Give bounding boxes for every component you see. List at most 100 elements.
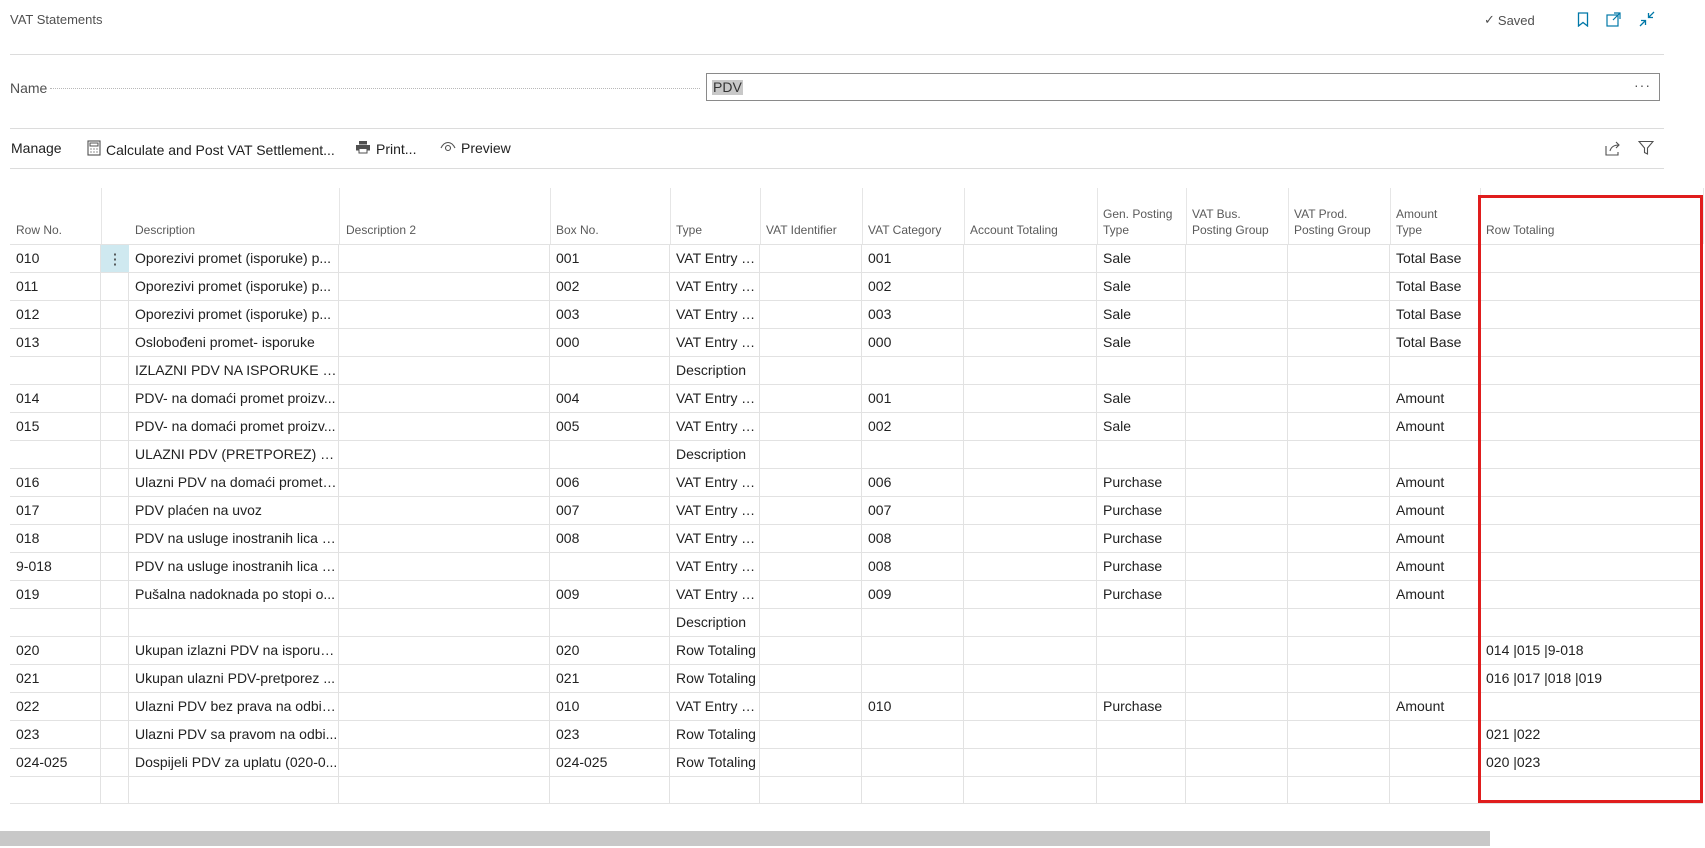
cell-vat-identifier[interactable] [760,245,862,272]
row-action-cell[interactable] [101,301,129,328]
cell-row-no[interactable] [10,441,101,468]
cell-type[interactable]: VAT Entry T... [670,413,760,440]
cell-account-totaling[interactable] [964,441,1097,468]
cell-vat-category[interactable] [862,441,964,468]
cell-vat-category[interactable] [862,357,964,384]
cell-amount-type[interactable]: Amount [1390,581,1480,608]
cell-box-no[interactable]: 020 [550,637,670,664]
table-row[interactable]: 011 Oporezivi promet (isporuke) p... 002 VA… [10,272,1703,300]
cell-gen-posting-type[interactable] [1097,721,1186,748]
cell-amount-type[interactable] [1390,665,1480,692]
cell-vat-category[interactable]: 002 [862,413,964,440]
cell-description[interactable]: PDV- na domaći promet proizv... [129,413,339,440]
cell-account-totaling[interactable] [964,553,1097,580]
cell-vat-identifier[interactable] [760,329,862,356]
cell-vat-identifier[interactable] [760,525,862,552]
cell-row-no[interactable]: 010 [10,245,101,272]
row-action-cell[interactable] [101,357,129,384]
calculate-post-vat-settlement-button[interactable]: Calculate and Post VAT Settlement... [87,140,335,159]
cell-box-no[interactable]: 010 [550,693,670,720]
row-action-cell[interactable] [101,413,129,440]
cell-type[interactable]: VAT Entry T... [670,469,760,496]
cell-vat-identifier[interactable] [760,665,862,692]
cell-row-no[interactable]: 024-025 [10,749,101,776]
cell-box-no[interactable]: 005 [550,413,670,440]
cell-vat-prod-posting-group[interactable] [1288,301,1390,328]
cell-gen-posting-type[interactable]: Purchase [1097,525,1186,552]
cell-description2[interactable] [340,581,550,608]
column-header-gen-posting-type[interactable]: Gen. Posting Type [1103,206,1172,238]
cell-type[interactable]: Description [670,357,760,384]
cell-account-totaling[interactable] [964,329,1097,356]
cell-amount-type[interactable]: Amount [1390,525,1480,552]
cell-vat-identifier[interactable] [760,301,862,328]
cell-amount-type[interactable]: Amount [1390,693,1480,720]
cell-vat-prod-posting-group[interactable] [1288,553,1390,580]
cell-vat-identifier[interactable] [760,469,862,496]
cell-vat-bus-posting-group[interactable] [1186,721,1288,748]
cell-row-no[interactable]: 016 [10,469,101,496]
cell-vat-bus-posting-group[interactable] [1186,329,1288,356]
cell-account-totaling[interactable] [964,357,1097,384]
cell-row-no[interactable]: 018 [10,525,101,552]
cell-type[interactable]: VAT Entry T... [670,497,760,524]
cell-vat-identifier[interactable] [760,273,862,300]
open-new-window-icon[interactable] [1605,10,1623,28]
table-row[interactable]: 023 Ulazni PDV sa pravom na odbi... 023 Row… [10,720,1703,748]
cell-vat-bus-posting-group[interactable] [1186,357,1288,384]
cell-description[interactable]: Oporezivi promet (isporuke) p... [129,273,339,300]
table-row[interactable]: IZLAZNI PDV NA ISPORUKE PR... Description [10,356,1703,384]
cell-type[interactable]: Description [670,441,760,468]
cell-row-no[interactable]: 9-018 [10,553,101,580]
cell-vat-identifier[interactable] [760,413,862,440]
cell-account-totaling[interactable] [964,693,1097,720]
cell-description[interactable]: PDV na usluge inostranih lica -... [129,525,339,552]
cell-account-totaling[interactable] [964,413,1097,440]
cell-vat-category[interactable] [862,637,964,664]
cell-vat-prod-posting-group[interactable] [1288,469,1390,496]
cell-vat-category[interactable]: 003 [862,301,964,328]
row-action-cell[interactable] [101,721,129,748]
cell-row-no[interactable]: 023 [10,721,101,748]
cell-vat-prod-posting-group[interactable] [1288,749,1390,776]
name-field-value[interactable]: PDV [712,80,743,95]
cell-vat-bus-posting-group[interactable] [1186,469,1288,496]
cell-vat-identifier[interactable] [760,777,862,804]
cell-description2[interactable] [340,525,550,552]
cell-box-no[interactable]: 000 [550,329,670,356]
cell-type[interactable]: VAT Entry T... [670,245,760,272]
row-action-cell[interactable] [101,385,129,412]
cell-description2[interactable] [340,245,550,272]
cell-amount-type[interactable]: Total Base [1390,329,1480,356]
cell-account-totaling[interactable] [964,721,1097,748]
cell-box-no[interactable]: 024-025 [550,749,670,776]
cell-type[interactable]: VAT Entry T... [670,273,760,300]
cell-vat-identifier[interactable] [760,553,862,580]
column-header-box-no[interactable]: Box No. [556,222,599,238]
cell-vat-bus-posting-group[interactable] [1186,413,1288,440]
cell-vat-bus-posting-group[interactable] [1186,497,1288,524]
row-action-cell[interactable] [101,245,129,272]
table-row[interactable]: 024-025 Dospijeli PDV za uplatu (020-0...… [10,748,1703,776]
cell-vat-prod-posting-group[interactable] [1288,385,1390,412]
cell-vat-bus-posting-group[interactable] [1186,273,1288,300]
cell-type[interactable]: VAT Entry T... [670,301,760,328]
cell-vat-category[interactable] [862,609,964,636]
cell-vat-prod-posting-group[interactable] [1288,413,1390,440]
table-row[interactable]: 014 PDV- na domaći promet proizv... 004 VAT… [10,384,1703,412]
cell-box-no[interactable] [550,609,670,636]
cell-vat-bus-posting-group[interactable] [1186,245,1288,272]
cell-description[interactable]: Dospijeli PDV za uplatu (020-0... [129,749,339,776]
cell-type[interactable]: Row Totaling [670,637,760,664]
cell-vat-prod-posting-group[interactable] [1288,525,1390,552]
column-header-description2[interactable]: Description 2 [346,222,416,238]
cell-vat-bus-posting-group[interactable] [1186,441,1288,468]
table-row[interactable]: 020 Ukupan izlazni PDV na isporuk... 020 Ro… [10,636,1703,664]
cell-vat-bus-posting-group[interactable] [1186,637,1288,664]
cell-amount-type[interactable] [1390,609,1480,636]
cell-box-no[interactable] [550,553,670,580]
row-action-cell[interactable] [101,441,129,468]
cell-row-no[interactable]: 021 [10,665,101,692]
cell-vat-category[interactable]: 002 [862,273,964,300]
manage-tab[interactable]: Manage [11,140,62,156]
